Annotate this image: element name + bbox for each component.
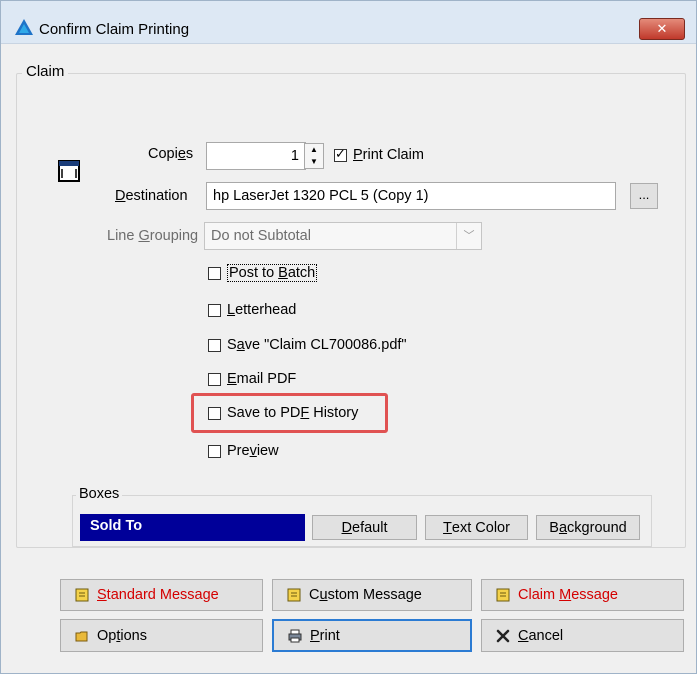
checkbox-box[interactable] [208, 266, 221, 280]
line-grouping-label: Line Grouping [107, 228, 199, 244]
note-icon [287, 588, 301, 602]
note-icon [496, 588, 510, 602]
post-to-batch-checkbox[interactable]: Post to Batch [208, 264, 318, 282]
destination-input[interactable]: hp LaserJet 1320 PCL 5 (Copy 1) [206, 182, 616, 210]
boxes-group-label: Boxes [76, 486, 123, 502]
note-icon [75, 588, 89, 602]
spin-down-icon[interactable]: ▼ [305, 156, 323, 168]
checkbox-box[interactable] [208, 338, 221, 352]
save-pdf-checkbox[interactable]: Save "Claim CL700086.pdf" [208, 337, 407, 353]
checkbox-box[interactable] [334, 146, 347, 162]
email-pdf-checkbox[interactable]: Email PDF [208, 371, 296, 387]
email-pdf-label: Email PDF [227, 371, 297, 387]
preview-label: Preview [227, 443, 279, 459]
default-button[interactable]: Default [312, 515, 417, 540]
background-button[interactable]: Ba ckground [536, 515, 640, 540]
standard-message-button[interactable]: Standard Message [60, 579, 263, 611]
letterhead-label: Letterhead [227, 302, 297, 318]
letterhead-checkbox[interactable]: Letterhead [208, 302, 296, 318]
cancel-button[interactable]: Cancel [481, 619, 684, 652]
copies-input[interactable]: 1 [206, 142, 306, 170]
destination-label: Destination [115, 188, 188, 204]
printer-icon [288, 629, 302, 642]
chevron-down-icon[interactable]: ﹀ [456, 223, 481, 249]
folder-icon [75, 631, 88, 641]
save-to-pdf-history-checkbox[interactable]: Save to PDF History [208, 405, 358, 421]
print-claim-checkbox[interactable]: Print Claim [334, 146, 424, 163]
form-window-icon [58, 160, 80, 182]
print-button[interactable]: Print [272, 619, 472, 652]
box-selector-sold-to[interactable]: Sold To [80, 514, 305, 541]
copies-label: Copies [148, 146, 194, 162]
checkbox-box[interactable] [208, 444, 221, 458]
save-pdf-label: Save "Claim CL700086.pdf" [227, 337, 407, 353]
claim-message-button[interactable]: Claim Message [481, 579, 684, 611]
checkbox-box[interactable] [208, 406, 221, 420]
checkbox-box[interactable] [208, 303, 221, 317]
line-grouping-select[interactable]: Do not Subtotal ﹀ [204, 222, 482, 250]
save-to-pdf-history-label: Save to PDF History [227, 405, 359, 421]
spin-up-icon[interactable]: ▲ [305, 144, 323, 156]
preview-checkbox[interactable]: Preview [208, 443, 279, 459]
browse-destination-button[interactable]: ... [630, 183, 658, 209]
options-button[interactable]: Options [60, 619, 263, 652]
print-claim-label: Print Claim [353, 147, 424, 163]
post-to-batch-label: Post to Batch [227, 264, 318, 282]
custom-message-button[interactable]: Custom Message [272, 579, 472, 611]
claim-group-label: Claim [22, 63, 69, 80]
close-button[interactable]: ✕ [639, 18, 685, 40]
claim-group [16, 73, 686, 548]
app-logo-icon [15, 19, 33, 35]
x-cancel-icon [496, 629, 510, 642]
title-bar: Confirm Claim Printing ✕ [1, 1, 696, 44]
window-title: Confirm Claim Printing [39, 21, 190, 38]
copies-spinner[interactable]: ▲ ▼ [304, 143, 324, 169]
checkbox-box[interactable] [208, 372, 221, 386]
text-color-button[interactable]: Text Color [425, 515, 528, 540]
